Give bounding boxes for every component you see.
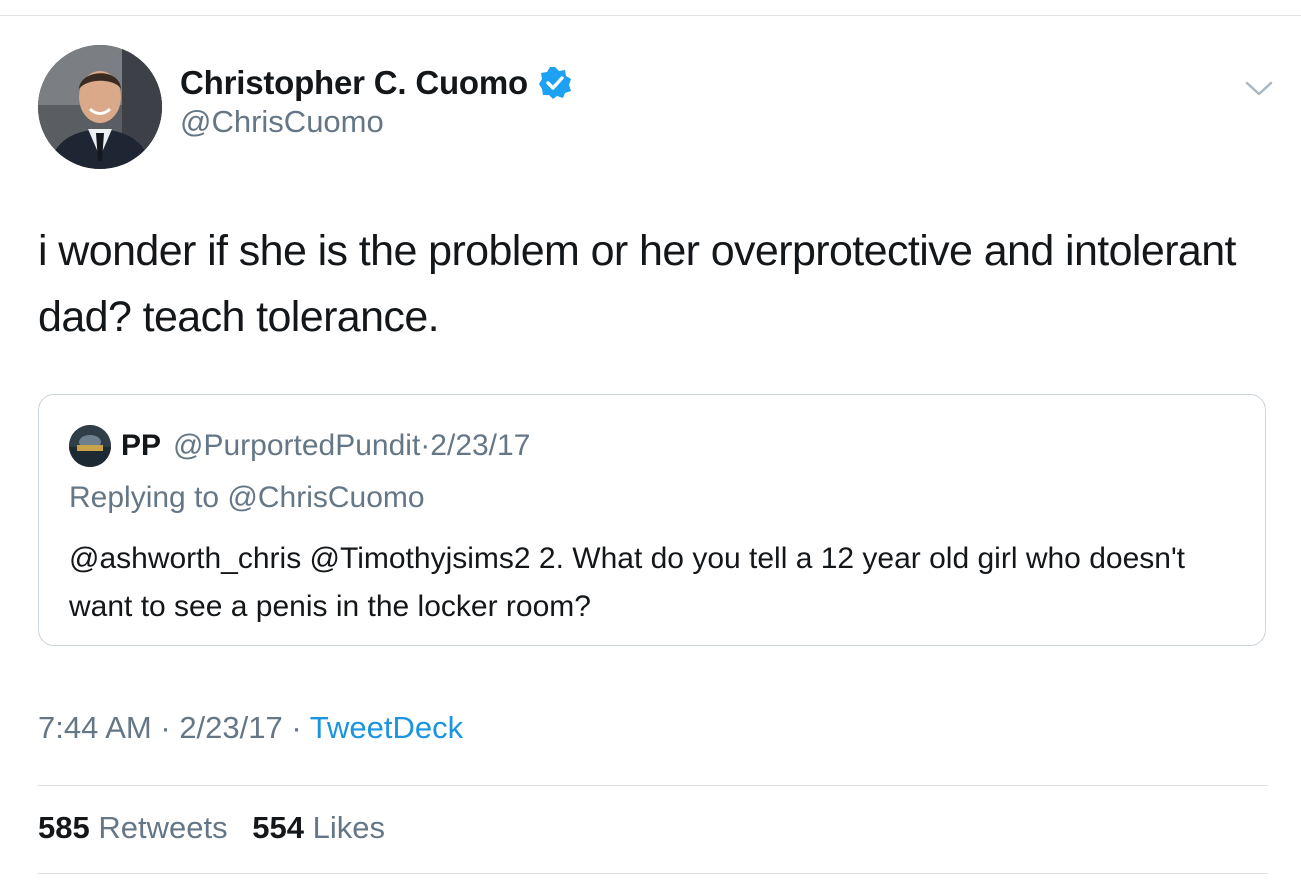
chevron-down-icon[interactable] bbox=[1244, 78, 1274, 98]
quoted-tweet-text: @ashworth_chris @Timothyjsims2 2. What d… bbox=[69, 542, 1186, 623]
engagement-stats: 585 Retweets 554 Likes bbox=[38, 810, 401, 846]
tweet-time: 7:44 AM bbox=[38, 710, 152, 745]
author-handle[interactable]: @ChrisCuomo bbox=[180, 104, 384, 140]
quoted-tweet-header: PP @PurportedPundit · 2/23/17 bbox=[121, 425, 530, 467]
retweets-label[interactable]: Retweets bbox=[98, 810, 227, 845]
replying-to-label: Replying to @ChrisCuomo bbox=[69, 481, 425, 514]
verified-badge-icon bbox=[538, 66, 572, 100]
retweets-count[interactable]: 585 bbox=[38, 810, 90, 845]
likes-label[interactable]: Likes bbox=[313, 810, 385, 845]
quoted-tweet-date: 2/23/17 bbox=[430, 429, 531, 462]
likes-count[interactable]: 554 bbox=[252, 810, 304, 845]
quoted-author-handle: @PurportedPundit bbox=[173, 429, 421, 462]
author-photo bbox=[38, 45, 162, 169]
quoted-tweet-card[interactable]: PP @PurportedPundit · 2/23/17 Replying t… bbox=[38, 394, 1266, 646]
tweet-date: 2/23/17 bbox=[179, 710, 283, 745]
top-divider bbox=[0, 15, 1301, 16]
meta-separator: · bbox=[151, 710, 180, 745]
quoted-author-avatar bbox=[69, 425, 111, 467]
tweet-meta: 7:44 AM · 2/23/17 · TweetDeck bbox=[38, 710, 463, 746]
quoted-separator: · bbox=[420, 429, 431, 462]
author-avatar[interactable] bbox=[38, 45, 162, 169]
quoted-author-name: PP bbox=[121, 429, 162, 462]
author-name[interactable]: Christopher C. Cuomo bbox=[180, 64, 528, 102]
author-name-row: Christopher C. Cuomo bbox=[180, 62, 572, 104]
tweet-text: i wonder if she is the problem or her ov… bbox=[38, 227, 1237, 341]
stats-divider-bottom bbox=[38, 873, 1268, 874]
stats-divider-top bbox=[38, 785, 1268, 786]
meta-separator: · bbox=[282, 710, 310, 745]
tweet-source-link[interactable]: TweetDeck bbox=[310, 710, 463, 745]
